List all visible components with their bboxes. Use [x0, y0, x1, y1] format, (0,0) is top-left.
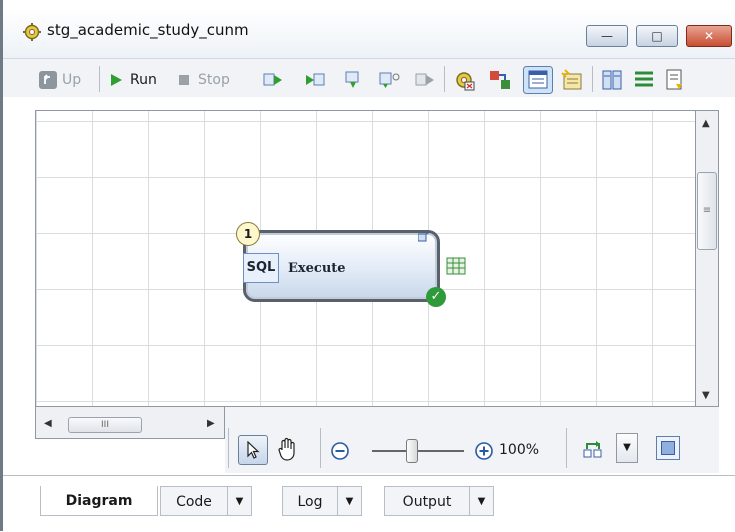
window-title: stg_academic_study_cunm [47, 21, 249, 39]
continue-icon[interactable] [414, 69, 436, 91]
align-rows-icon[interactable] [632, 68, 656, 92]
tab-log[interactable]: Log [282, 486, 338, 516]
controls-separator [320, 428, 321, 468]
success-check-icon: ✓ [426, 287, 446, 307]
properties-icon[interactable] [561, 68, 585, 92]
zoom-slider-track[interactable] [372, 450, 464, 452]
vertical-scrollbar[interactable] [695, 110, 719, 407]
node-connector-icon [418, 232, 430, 242]
tab-output[interactable]: Output [384, 486, 470, 516]
columns-icon[interactable] [600, 68, 624, 92]
pointer-arrow-icon [247, 441, 260, 459]
scroll-left-arrow-icon[interactable]: ◀ [44, 418, 52, 429]
run-play-icon [111, 74, 122, 86]
auto-arrange-icon[interactable] [582, 438, 604, 460]
layout-dropdown-button[interactable]: ▼ [616, 433, 638, 463]
scroll-up-arrow-icon[interactable]: ▲ [702, 118, 710, 129]
output-table-icon[interactable] [446, 256, 466, 276]
job-gear-icon [23, 23, 41, 41]
overview-square-icon [661, 441, 675, 455]
mapping-icon[interactable] [488, 68, 512, 92]
run-to-selected-icon[interactable] [304, 69, 326, 91]
maximize-button[interactable]: □ [636, 25, 678, 47]
up-label: Up [62, 72, 82, 88]
step-icon[interactable] [342, 69, 364, 91]
vertical-scroll-thumb[interactable]: ≡ [697, 172, 717, 250]
zoom-level-label: 100% [499, 442, 540, 458]
run-from-selected-icon[interactable] [262, 69, 284, 91]
document-icon[interactable] [664, 68, 686, 92]
controls-separator [566, 428, 567, 468]
tab-output-dropdown[interactable]: ▼ [470, 486, 494, 516]
window-top [0, 0, 735, 8]
tab-code[interactable]: Code [160, 486, 228, 516]
tab-code-dropdown[interactable]: ▼ [228, 486, 252, 516]
stop-button[interactable]: Stop [174, 69, 230, 91]
zoom-out-icon[interactable] [330, 441, 350, 461]
run-label: Run [130, 72, 157, 88]
stop-square-icon [179, 75, 189, 85]
overview-button[interactable] [656, 436, 680, 460]
toolbar-separator [592, 66, 593, 92]
step-next-icon[interactable] [378, 69, 402, 91]
details-pane-toggle-icon[interactable] [523, 66, 553, 94]
job-status-manager-icon[interactable] [452, 68, 476, 92]
horizontal-scroll-thumb[interactable]: III [68, 417, 142, 433]
run-button[interactable]: Run [106, 69, 157, 91]
zoom-slider-thumb[interactable] [406, 439, 418, 463]
sql-transform-icon: SQL [243, 253, 279, 283]
zoom-in-icon[interactable] [474, 441, 494, 461]
tab-diagram[interactable]: Diagram [40, 486, 158, 516]
select-tool-button[interactable] [238, 435, 268, 465]
tab-log-dropdown[interactable]: ▼ [338, 486, 362, 516]
minimize-button[interactable]: — [586, 25, 628, 47]
node-sequence-badge: 1 [236, 222, 260, 246]
close-button[interactable]: ✕ [686, 25, 732, 47]
controls-separator [228, 428, 229, 468]
hand-pan-icon[interactable] [274, 435, 302, 463]
up-button[interactable]: Up [38, 69, 81, 91]
up-arrow-icon [39, 71, 57, 89]
node-label: Execute [288, 261, 346, 276]
scroll-down-arrow-icon[interactable]: ▼ [702, 390, 710, 401]
toolbar-separator [99, 66, 100, 92]
scroll-right-arrow-icon[interactable]: ▶ [207, 418, 215, 429]
stop-label: Stop [198, 72, 230, 88]
toolbar-separator [444, 66, 445, 92]
